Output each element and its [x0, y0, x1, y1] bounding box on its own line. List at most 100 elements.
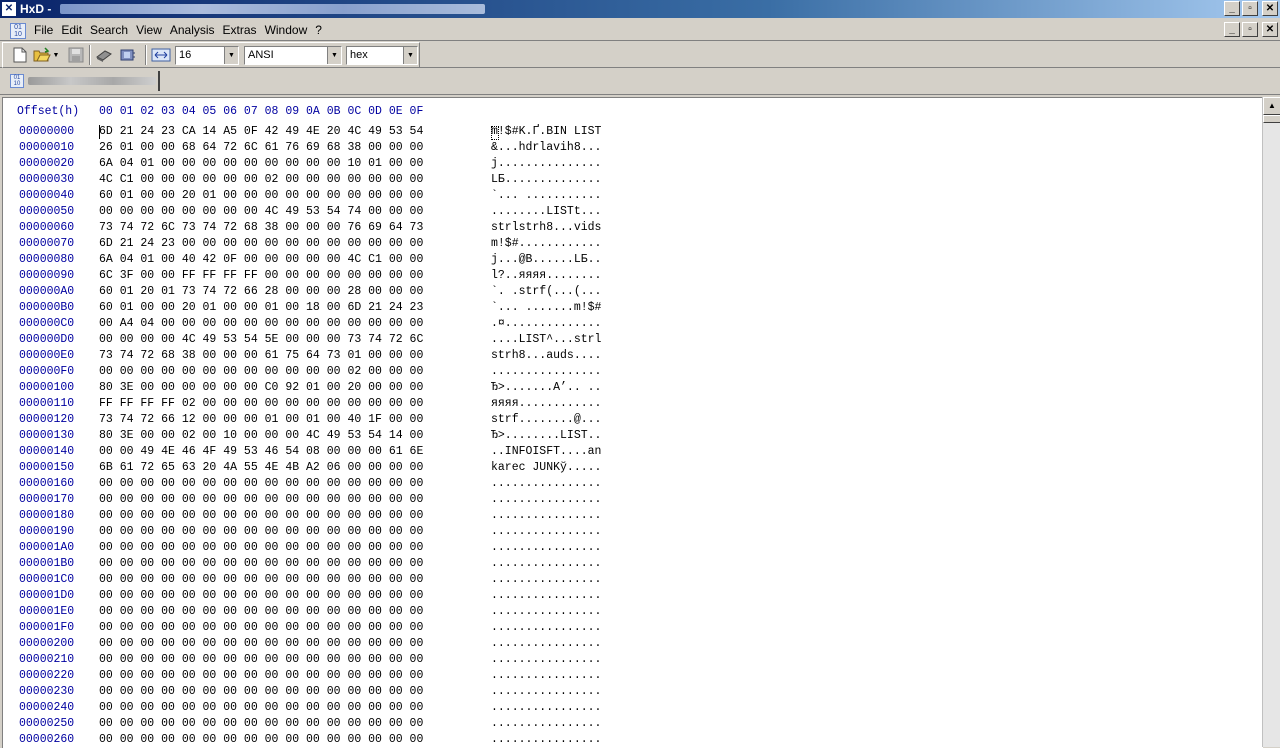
- row-hex-bytes[interactable]: 00 00 00 00 00 00 00 00 00 00 00 00 00 0…: [99, 588, 423, 604]
- row-hex-bytes[interactable]: 00 00 00 00 00 00 00 00 00 00 00 00 00 0…: [99, 700, 423, 716]
- chevron-down-icon[interactable]: ▼: [224, 47, 238, 64]
- new-file-icon[interactable]: [11, 47, 29, 63]
- row-hex-bytes[interactable]: 00 00 00 00 00 00 00 00 00 00 00 00 00 0…: [99, 684, 423, 700]
- row-hex-bytes[interactable]: 00 00 00 00 00 00 00 00 00 00 00 00 00 0…: [99, 572, 423, 588]
- row-hex-bytes[interactable]: 00 00 00 00 00 00 00 00 00 00 00 00 00 0…: [99, 476, 423, 492]
- row-text-decoded[interactable]: ................: [491, 476, 601, 492]
- row-hex-bytes[interactable]: 60 01 00 00 20 01 00 00 00 00 00 00 00 0…: [99, 188, 423, 204]
- scroll-up-arrow-icon[interactable]: ▲: [1263, 97, 1280, 115]
- row-text-decoded[interactable]: ..INFOISFT....an: [491, 444, 601, 460]
- row-text-decoded[interactable]: ........LISTt...: [491, 204, 601, 220]
- row-text-decoded[interactable]: LБ..............: [491, 172, 601, 188]
- open-ram-icon[interactable]: [119, 47, 137, 63]
- row-hex-bytes[interactable]: 6A 04 01 00 00 00 00 00 00 00 00 00 10 0…: [99, 156, 423, 172]
- menu-edit[interactable]: Edit: [57, 23, 86, 38]
- row-text-decoded[interactable]: `... ...........: [491, 188, 601, 204]
- menu-extras[interactable]: Extras: [219, 23, 261, 38]
- row-text-decoded[interactable]: Ђ>........LIST..: [491, 428, 601, 444]
- row-text-decoded[interactable]: ................: [491, 620, 601, 636]
- maximize-button[interactable]: ▫: [1242, 1, 1258, 16]
- menu-file[interactable]: File: [30, 23, 57, 38]
- row-text-decoded[interactable]: ................: [491, 700, 601, 716]
- row-hex-bytes[interactable]: 60 01 00 00 20 01 00 00 01 00 18 00 6D 2…: [99, 300, 423, 316]
- charset-select[interactable]: ANSI ▼: [244, 46, 342, 65]
- row-hex-bytes[interactable]: 00 00 00 00 00 00 00 00 00 00 00 00 00 0…: [99, 492, 423, 508]
- row-text-decoded[interactable]: ................: [491, 636, 601, 652]
- row-text-decoded[interactable]: `... .......m!$#: [491, 300, 601, 316]
- row-hex-bytes[interactable]: 00 00 00 00 00 00 00 00 00 00 00 00 00 0…: [99, 604, 423, 620]
- row-text-decoded[interactable]: karec JUNKў.....: [491, 460, 601, 476]
- scroll-thumb[interactable]: [1263, 115, 1280, 123]
- row-hex-bytes[interactable]: 6C 3F 00 00 FF FF FF FF 00 00 00 00 00 0…: [99, 268, 423, 284]
- open-dropdown-chevron-icon[interactable]: ▼: [51, 47, 61, 63]
- open-file-icon[interactable]: [33, 47, 51, 63]
- offset-base-select[interactable]: hex ▼: [346, 46, 418, 65]
- row-text-decoded[interactable]: ................: [491, 652, 601, 668]
- row-hex-bytes[interactable]: 6D 21 24 23 00 00 00 00 00 00 00 00 00 0…: [99, 236, 423, 252]
- close-button[interactable]: ✕: [1262, 1, 1278, 16]
- row-hex-bytes[interactable]: 00 A4 04 00 00 00 00 00 00 00 00 00 00 0…: [99, 316, 423, 332]
- row-text-decoded[interactable]: Ђ>.......А’.. ..: [491, 380, 601, 396]
- open-disk-icon[interactable]: [95, 47, 113, 63]
- menu-view[interactable]: View: [132, 23, 166, 38]
- document-icon[interactable]: 01 10: [10, 23, 26, 39]
- row-text-decoded[interactable]: j...............: [491, 156, 601, 172]
- row-hex-bytes[interactable]: 00 00 00 00 00 00 00 00 00 00 00 00 00 0…: [99, 716, 423, 732]
- doc-minimize-button[interactable]: _: [1224, 22, 1240, 37]
- row-hex-bytes[interactable]: FF FF FF FF 02 00 00 00 00 00 00 00 00 0…: [99, 396, 423, 412]
- menu-window[interactable]: Window: [261, 23, 312, 38]
- row-hex-bytes[interactable]: 00 00 00 00 00 00 00 00 00 00 00 00 00 0…: [99, 508, 423, 524]
- row-hex-bytes[interactable]: 00 00 00 00 00 00 00 00 00 00 00 00 00 0…: [99, 732, 423, 748]
- chevron-down-icon[interactable]: ▼: [403, 47, 417, 64]
- row-hex-bytes[interactable]: 00 00 00 00 00 00 00 00 00 00 00 00 00 0…: [99, 540, 423, 556]
- row-text-decoded[interactable]: ................: [491, 588, 601, 604]
- row-text-decoded[interactable]: m!$#K.Ґ.BIN LIST: [491, 124, 601, 140]
- row-hex-bytes[interactable]: 00 00 00 00 00 00 00 00 4C 49 53 54 74 0…: [99, 204, 423, 220]
- save-icon[interactable]: [67, 47, 85, 63]
- row-text-decoded[interactable]: strh8...auds....: [491, 348, 601, 364]
- row-text-decoded[interactable]: m!$#............: [491, 236, 601, 252]
- row-hex-bytes[interactable]: 26 01 00 00 68 64 72 6C 61 76 69 68 38 0…: [99, 140, 423, 156]
- row-text-decoded[interactable]: ................: [491, 508, 601, 524]
- bytes-per-row-select[interactable]: 16 ▼: [175, 46, 239, 65]
- row-hex-bytes[interactable]: 80 3E 00 00 00 00 00 00 C0 92 01 00 20 0…: [99, 380, 423, 396]
- row-text-decoded[interactable]: &...hdrlavih8...: [491, 140, 601, 156]
- row-text-decoded[interactable]: ................: [491, 524, 601, 540]
- row-hex-bytes[interactable]: 73 74 72 66 12 00 00 00 01 00 01 00 40 1…: [99, 412, 423, 428]
- row-hex-bytes[interactable]: 00 00 00 00 00 00 00 00 00 00 00 00 00 0…: [99, 636, 423, 652]
- row-text-decoded[interactable]: strlstrh8...vids: [491, 220, 601, 236]
- row-hex-bytes[interactable]: 60 01 20 01 73 74 72 66 28 00 00 00 28 0…: [99, 284, 423, 300]
- row-hex-bytes[interactable]: 6B 61 72 65 63 20 4A 55 4E 4B A2 06 00 0…: [99, 460, 423, 476]
- row-text-decoded[interactable]: ................: [491, 604, 601, 620]
- row-hex-bytes[interactable]: 00 00 00 00 00 00 00 00 00 00 00 00 00 0…: [99, 652, 423, 668]
- app-icon[interactable]: ✕: [2, 2, 16, 16]
- row-hex-bytes[interactable]: 00 00 00 00 00 00 00 00 00 00 00 00 02 0…: [99, 364, 423, 380]
- menu-analysis[interactable]: Analysis: [166, 23, 219, 38]
- chevron-down-icon[interactable]: ▼: [327, 47, 341, 64]
- row-text-decoded[interactable]: ................: [491, 492, 601, 508]
- hex-editor[interactable]: Offset(h) 00 01 02 03 04 05 06 07 08 09 …: [2, 97, 1263, 748]
- doc-restore-button[interactable]: ▫: [1242, 22, 1258, 37]
- row-text-decoded[interactable]: strf........@...: [491, 412, 601, 428]
- row-hex-bytes[interactable]: 00 00 00 00 4C 49 53 54 5E 00 00 00 73 7…: [99, 332, 423, 348]
- row-hex-bytes[interactable]: 00 00 00 00 00 00 00 00 00 00 00 00 00 0…: [99, 556, 423, 572]
- row-text-decoded[interactable]: яяяя............: [491, 396, 601, 412]
- doc-close-button[interactable]: ✕: [1262, 22, 1278, 37]
- row-text-decoded[interactable]: ................: [491, 540, 601, 556]
- row-text-decoded[interactable]: ................: [491, 556, 601, 572]
- row-text-decoded[interactable]: ................: [491, 716, 601, 732]
- row-text-decoded[interactable]: ................: [491, 364, 601, 380]
- row-text-decoded[interactable]: ................: [491, 732, 601, 748]
- tab-open-file[interactable]: 01 10: [4, 71, 160, 91]
- row-hex-bytes[interactable]: 00 00 00 00 00 00 00 00 00 00 00 00 00 0…: [99, 524, 423, 540]
- row-text-decoded[interactable]: ................: [491, 668, 601, 684]
- row-text-decoded[interactable]: ................: [491, 684, 601, 700]
- row-text-decoded[interactable]: ....LIST^...strl: [491, 332, 601, 348]
- vertical-scrollbar[interactable]: ▲: [1262, 97, 1280, 747]
- menu-help[interactable]: ?: [311, 23, 326, 38]
- row-hex-bytes[interactable]: 00 00 00 00 00 00 00 00 00 00 00 00 00 0…: [99, 668, 423, 684]
- row-hex-bytes[interactable]: 4C C1 00 00 00 00 00 00 02 00 00 00 00 0…: [99, 172, 423, 188]
- row-text-decoded[interactable]: j...@B......LБ..: [491, 252, 601, 268]
- row-hex-bytes[interactable]: 00 00 49 4E 46 4F 49 53 46 54 08 00 00 0…: [99, 444, 423, 460]
- minimize-button[interactable]: _: [1224, 1, 1240, 16]
